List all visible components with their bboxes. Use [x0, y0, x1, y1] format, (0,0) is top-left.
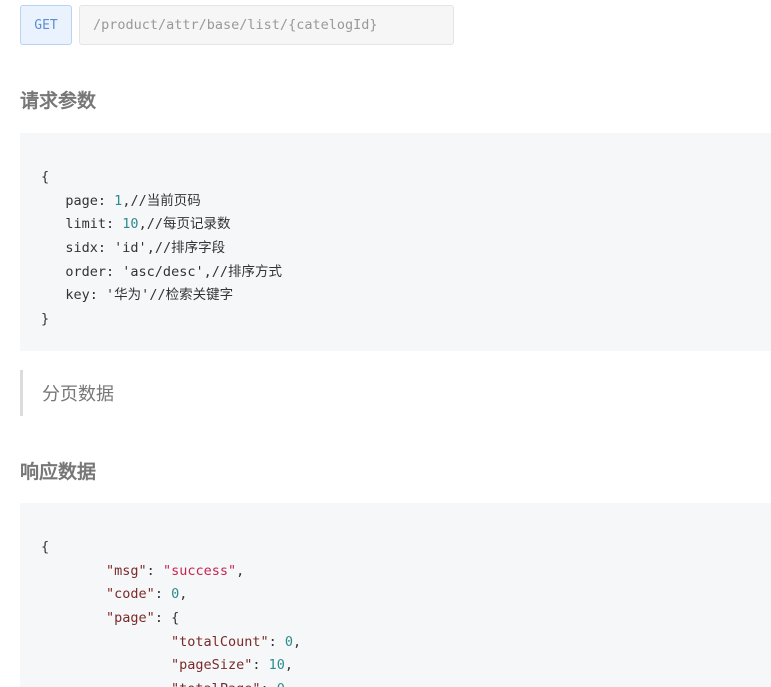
response-heading: 响应数据 [20, 461, 97, 483]
code-key: key [65, 287, 90, 304]
code-line: page: 1,//当前页码 [65, 192, 201, 209]
code-comment: ,//每页记录数 [138, 216, 231, 233]
json-value: { [171, 610, 180, 627]
json-key: "pageSize" [171, 657, 253, 674]
json-comma: , [179, 586, 188, 603]
code-line: key: '华为'//检索关键字 [65, 287, 234, 304]
code-key: limit [65, 216, 107, 233]
endpoint-url: /product/attr/base/list/{catelogId} [79, 5, 454, 45]
json-comma: , [285, 681, 293, 687]
response-code-block: { "msg": "success", "code": 0, "page": {… [20, 503, 771, 687]
code-key: page [65, 192, 98, 209]
json-value: 0 [277, 681, 285, 687]
code-line: limit: 10,//每页记录数 [65, 216, 231, 233]
code-line: "code": 0, [106, 586, 188, 603]
json-value: 0 [284, 633, 293, 650]
code-line: order: 'asc/desc',//排序方式 [65, 263, 282, 280]
code-line-open: { [41, 166, 771, 190]
request-params-code-block: { page: 1,//当前页码 limit: 10,//每页记录数 sidx:… [20, 133, 771, 351]
code-comment: ,//排序方式 [203, 263, 282, 280]
code-comment: ,//当前页码 [122, 192, 201, 209]
code-line: sidx: 'id',//排序字段 [65, 240, 226, 257]
json-comma: , [293, 633, 302, 650]
pagination-note: 分页数据 [20, 370, 114, 416]
json-value: 0 [171, 586, 180, 603]
code-line: "msg": "success", [106, 562, 245, 579]
code-line-close: } [41, 308, 771, 332]
code-comment: //检索关键字 [149, 287, 234, 304]
code-comment: ,//排序字段 [146, 240, 226, 257]
json-value: "success" [162, 562, 237, 579]
json-key: "page" [106, 610, 155, 627]
json-key: "totalCount" [171, 633, 269, 650]
code-line: "page": { [106, 610, 180, 627]
code-line: "totalCount": 0, [171, 633, 302, 650]
code-line: "totalPage": 0, [41, 678, 771, 687]
json-key: "msg" [106, 562, 147, 579]
code-brace: } [41, 311, 50, 328]
json-key: "code" [106, 586, 155, 603]
code-brace: { [41, 169, 50, 185]
code-brace: { [41, 539, 50, 555]
code-value: 'asc/desc' [122, 263, 204, 280]
json-value: 10 [268, 657, 285, 674]
http-method-badge: GET [20, 5, 72, 45]
json-comma: , [236, 562, 245, 579]
request-params-heading: 请求参数 [20, 90, 97, 112]
code-value: '华为' [106, 287, 150, 304]
code-key: order [65, 263, 107, 280]
code-key: sidx [65, 240, 98, 257]
json-key: "totalPage" [171, 681, 260, 687]
code-value: 'id' [114, 240, 147, 257]
code-line: "pageSize": 10, [171, 657, 293, 674]
pagination-note-text: 分页数据 [42, 384, 114, 405]
json-comma: , [284, 657, 293, 674]
code-value: 10 [122, 216, 139, 233]
code-line-open: { [41, 536, 771, 560]
